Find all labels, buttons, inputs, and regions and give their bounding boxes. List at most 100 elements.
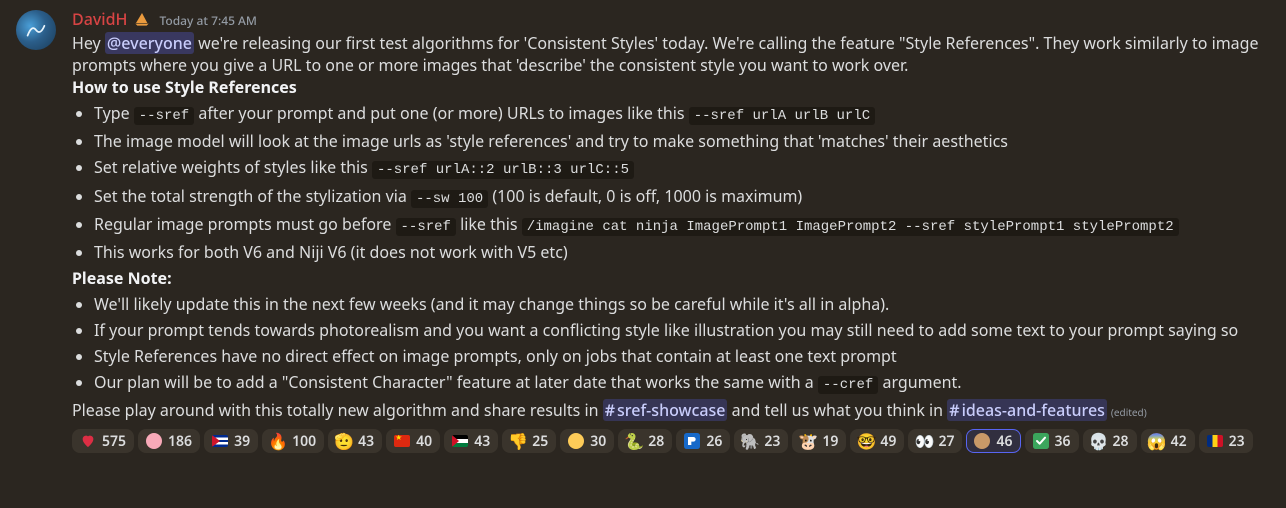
- reaction-skull[interactable]: 💀 28: [1083, 429, 1137, 453]
- text: Hey: [72, 32, 105, 54]
- check-emoji-icon: [1033, 433, 1049, 449]
- thumbs-down-emoji-icon: 👎: [510, 433, 526, 449]
- channel-sref-showcase[interactable]: #sref-showcase: [603, 399, 728, 421]
- code-sref-urls: --sref urlA urlB urlC: [689, 107, 875, 125]
- scream-emoji-icon: 😱: [1149, 433, 1165, 449]
- username[interactable]: DavidH: [72, 8, 128, 30]
- list-item: The image model will look at the image u…: [94, 130, 1270, 152]
- reaction-count: 36: [1055, 432, 1071, 451]
- ps-logo-emoji-icon: [684, 433, 700, 449]
- reaction-count: 42: [1171, 432, 1187, 451]
- reaction-count: 25: [532, 432, 548, 451]
- heart-emoji-icon: [80, 433, 96, 449]
- reaction-flag-cu[interactable]: 39: [204, 429, 258, 453]
- edited-indicator: (edited): [1111, 405, 1147, 419]
- reaction-count: 26: [706, 432, 722, 451]
- list-item: Regular image prompts must go before --s…: [94, 213, 1270, 237]
- flag-cn-icon: [394, 433, 410, 449]
- reaction-count: 40: [416, 432, 432, 451]
- reaction-blob-pink[interactable]: 186: [138, 429, 200, 453]
- mention-everyone[interactable]: @everyone: [105, 32, 194, 54]
- list-item: Our plan will be to add a "Consistent Ch…: [94, 371, 1270, 395]
- blob-yellow-emoji-icon: [568, 433, 584, 449]
- code-sref: --sref: [134, 107, 194, 125]
- flag-cu-icon: [212, 433, 228, 449]
- reaction-heart[interactable]: 575: [72, 429, 134, 453]
- channel-label: ideas-and-features: [962, 399, 1105, 421]
- reaction-count: 186: [168, 432, 192, 451]
- list-item: Type --sref after your prompt and put on…: [94, 102, 1270, 126]
- closing-paragraph: Please play around with this totally new…: [72, 399, 1270, 421]
- text: we're releasing our first test algorithm…: [72, 32, 1259, 76]
- reaction-count: 43: [474, 432, 490, 451]
- reaction-bar: 57518639🔥100🫡434043👎2530🐍2826🐘23🐮19🤓49👀2…: [72, 429, 1270, 453]
- flag-ro-icon: [1207, 433, 1223, 449]
- blob-brown-emoji-icon: [974, 433, 990, 449]
- snake-emoji-icon: 🐍: [626, 433, 642, 449]
- skull-emoji-icon: 💀: [1091, 433, 1107, 449]
- reaction-count: 27: [938, 432, 954, 451]
- howto-list: Type --sref after your prompt and put on…: [72, 102, 1270, 263]
- reaction-fire[interactable]: 🔥100: [262, 429, 324, 453]
- reaction-count: 46: [996, 432, 1012, 451]
- text: Set the total strength of the stylizatio…: [94, 185, 411, 207]
- reaction-cow[interactable]: 🐮19: [792, 429, 846, 453]
- text: like this: [456, 213, 522, 235]
- list-item: Set the total strength of the stylizatio…: [94, 185, 1270, 209]
- sailboat-badge-icon: [134, 11, 150, 27]
- reaction-count: 28: [1113, 432, 1129, 451]
- reaction-salute[interactable]: 🫡 43: [328, 429, 382, 453]
- list-item: We'll likely update this in the next few…: [94, 293, 1270, 315]
- reaction-count: 49: [880, 432, 896, 451]
- reaction-flag-cn[interactable]: 40: [386, 429, 440, 453]
- reaction-snake[interactable]: 🐍 28: [618, 429, 672, 453]
- reaction-check[interactable]: 36: [1025, 429, 1079, 453]
- reaction-thumbs-down[interactable]: 👎 25: [502, 429, 556, 453]
- notes-list: We'll likely update this in the next few…: [72, 293, 1270, 395]
- message: DavidH Today at 7:45 AM Hey @everyone we…: [16, 8, 1270, 453]
- list-item: If your prompt tends towards photorealis…: [94, 319, 1270, 341]
- code-imagine: /imagine cat ninja ImagePrompt1 ImagePro…: [522, 218, 1179, 236]
- code-sref2: --sref: [396, 218, 456, 236]
- text: Regular image prompts must go before: [94, 213, 396, 235]
- avatar[interactable]: [16, 10, 56, 50]
- reaction-count: 575: [102, 432, 126, 451]
- reaction-blob-brown[interactable]: 46: [966, 429, 1020, 453]
- reaction-nerd[interactable]: 🤓49: [850, 429, 904, 453]
- reaction-flag-ps[interactable]: 43: [444, 429, 498, 453]
- reaction-scream[interactable]: 😱 42: [1141, 429, 1195, 453]
- intro-paragraph: Hey @everyone we're releasing our first …: [72, 32, 1270, 76]
- message-body: Hey @everyone we're releasing our first …: [72, 32, 1270, 453]
- reaction-flag-ro[interactable]: 23: [1199, 429, 1253, 453]
- salute-emoji-icon: 🫡: [336, 433, 352, 449]
- code-cref: --cref: [818, 376, 878, 394]
- reaction-eyes[interactable]: 👀 27: [908, 429, 962, 453]
- message-header: DavidH Today at 7:45 AM: [72, 8, 1270, 30]
- howto-heading: How to use Style References: [72, 76, 1270, 98]
- code-sw: --sw 100: [411, 190, 488, 208]
- channel-ideas-and-features[interactable]: #ideas-and-features: [947, 399, 1107, 421]
- reaction-count: 28: [648, 432, 664, 451]
- channel-label: sref-showcase: [617, 399, 725, 421]
- reaction-blob-yellow[interactable]: 30: [560, 429, 614, 453]
- reaction-count: 30: [590, 432, 606, 451]
- note-heading: Please Note:: [72, 267, 1270, 289]
- hash-icon: #: [949, 399, 959, 421]
- text: Our plan will be to add a "Consistent Ch…: [94, 371, 818, 393]
- eyes-emoji-icon: 👀: [916, 433, 932, 449]
- list-item: Style References have no direct effect o…: [94, 345, 1270, 367]
- list-item: This works for both V6 and Niji V6 (it d…: [94, 241, 1270, 263]
- reaction-count: 100: [292, 432, 316, 451]
- reaction-ps-logo[interactable]: 26: [676, 429, 730, 453]
- reaction-elephant[interactable]: 🐘23: [734, 429, 788, 453]
- reaction-count: 43: [358, 432, 374, 451]
- cow-emoji-icon: 🐮: [800, 433, 816, 449]
- text: argument.: [878, 371, 961, 393]
- hash-icon: #: [605, 399, 615, 421]
- elephant-emoji-icon: 🐘: [742, 433, 758, 449]
- message-content: DavidH Today at 7:45 AM Hey @everyone we…: [72, 8, 1270, 453]
- flag-ps-icon: [452, 433, 468, 449]
- text: Please play around with this totally new…: [72, 399, 603, 421]
- timestamp: Today at 7:45 AM: [160, 13, 257, 30]
- code-weights: --sref urlA::2 urlB::3 urlC::5: [372, 161, 634, 179]
